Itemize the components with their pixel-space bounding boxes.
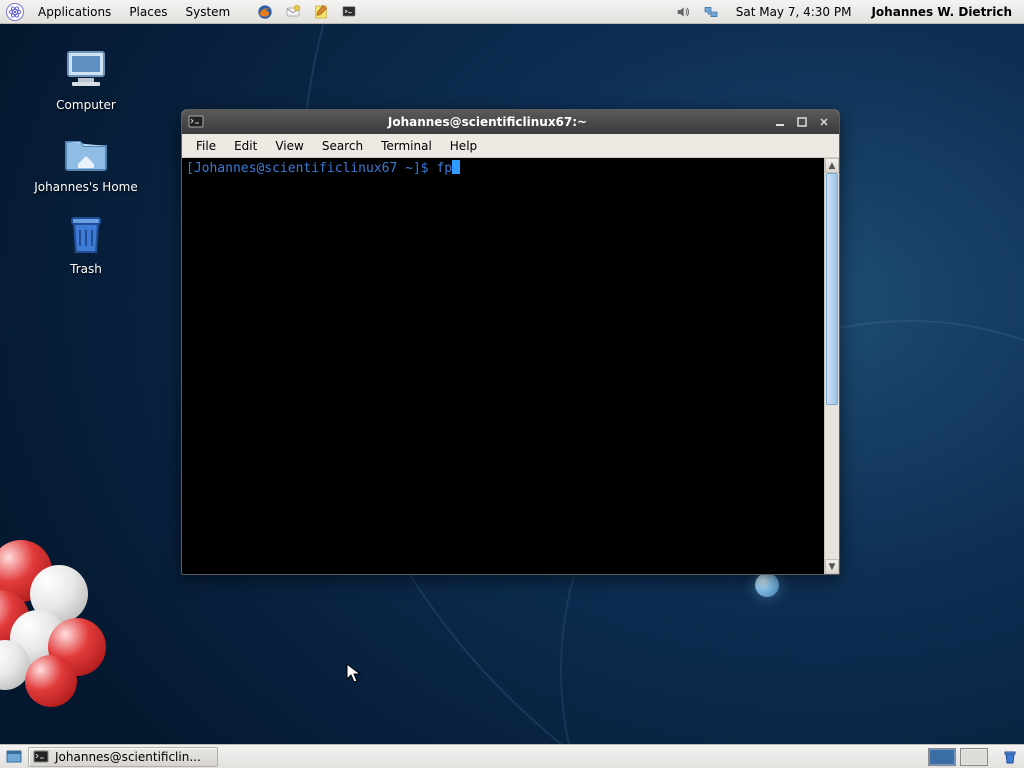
scroll-track[interactable] xyxy=(825,173,839,559)
desktop-icon-label: Johannes's Home xyxy=(26,180,146,194)
show-desktop-button[interactable] xyxy=(4,747,24,767)
user-menu[interactable]: Johannes W. Dietrich xyxy=(863,5,1020,19)
scroll-up-button[interactable]: ▲ xyxy=(825,158,839,173)
desktop-icon-home[interactable]: Johannes's Home xyxy=(26,128,146,194)
terminal-content[interactable]: [Johannes@scientificlinux67 ~]$ fp xyxy=(182,158,824,574)
volume-icon[interactable] xyxy=(672,1,694,23)
terminal-scrollbar[interactable]: ▲ ▼ xyxy=(824,158,839,574)
terminal-launcher-icon[interactable] xyxy=(338,1,360,23)
menu-file[interactable]: File xyxy=(188,136,224,156)
terminal-window: Johannes@scientificlinux67:~ File Edit V… xyxy=(181,109,840,575)
trash-applet[interactable] xyxy=(1000,747,1020,767)
window-maximize-button[interactable] xyxy=(793,114,811,130)
clock[interactable]: Sat May 7, 4:30 PM xyxy=(726,5,862,19)
window-title: Johannes@scientificlinux67:~ xyxy=(210,115,765,129)
terminal-prompt: [Johannes@scientificlinux67 ~]$ xyxy=(186,161,436,176)
menu-search-term[interactable]: Search xyxy=(314,136,371,156)
menu-edit[interactable]: Edit xyxy=(226,136,265,156)
window-minimize-button[interactable] xyxy=(771,114,789,130)
trash-icon xyxy=(62,210,110,258)
window-close-button[interactable] xyxy=(815,114,833,130)
mail-launcher-icon[interactable] xyxy=(282,1,304,23)
computer-icon xyxy=(62,46,110,94)
notes-launcher-icon[interactable] xyxy=(310,1,332,23)
window-titlebar[interactable]: Johannes@scientificlinux67:~ xyxy=(182,110,839,134)
desktop-icon-trash[interactable]: Trash xyxy=(26,210,146,276)
top-panel: Applications Places System Sat May 7, 4:… xyxy=(0,0,1024,24)
workspace-1[interactable] xyxy=(928,748,956,766)
workspace-2[interactable] xyxy=(960,748,988,766)
menu-terminal[interactable]: Terminal xyxy=(373,136,440,156)
scroll-thumb[interactable] xyxy=(826,173,838,405)
home-folder-icon xyxy=(62,128,110,176)
menu-applications[interactable]: Applications xyxy=(30,2,119,22)
desktop-icon-label: Trash xyxy=(26,262,146,276)
terminal-icon xyxy=(33,749,49,765)
menu-view[interactable]: View xyxy=(267,136,311,156)
terminal-cursor xyxy=(452,160,460,174)
desktop-icon-label: Computer xyxy=(26,98,146,112)
terminal-command: fp xyxy=(436,161,452,176)
menu-places[interactable]: Places xyxy=(121,2,175,22)
taskbar-item-label: Johannes@scientificlin... xyxy=(55,750,201,764)
terminal-menubar: File Edit View Search Terminal Help xyxy=(182,134,839,158)
menu-system[interactable]: System xyxy=(177,2,238,22)
desktop-icon-computer[interactable]: Computer xyxy=(26,46,146,112)
bottom-panel: Johannes@scientificlin... xyxy=(0,744,1024,768)
taskbar-item-terminal[interactable]: Johannes@scientificlin... xyxy=(28,747,218,767)
workspace-switcher xyxy=(928,748,992,766)
window-app-icon xyxy=(188,114,204,130)
firefox-launcher-icon[interactable] xyxy=(254,1,276,23)
distro-logo-icon[interactable] xyxy=(6,3,24,21)
network-icon[interactable] xyxy=(700,1,722,23)
scroll-down-button[interactable]: ▼ xyxy=(825,559,839,574)
menu-help[interactable]: Help xyxy=(442,136,485,156)
